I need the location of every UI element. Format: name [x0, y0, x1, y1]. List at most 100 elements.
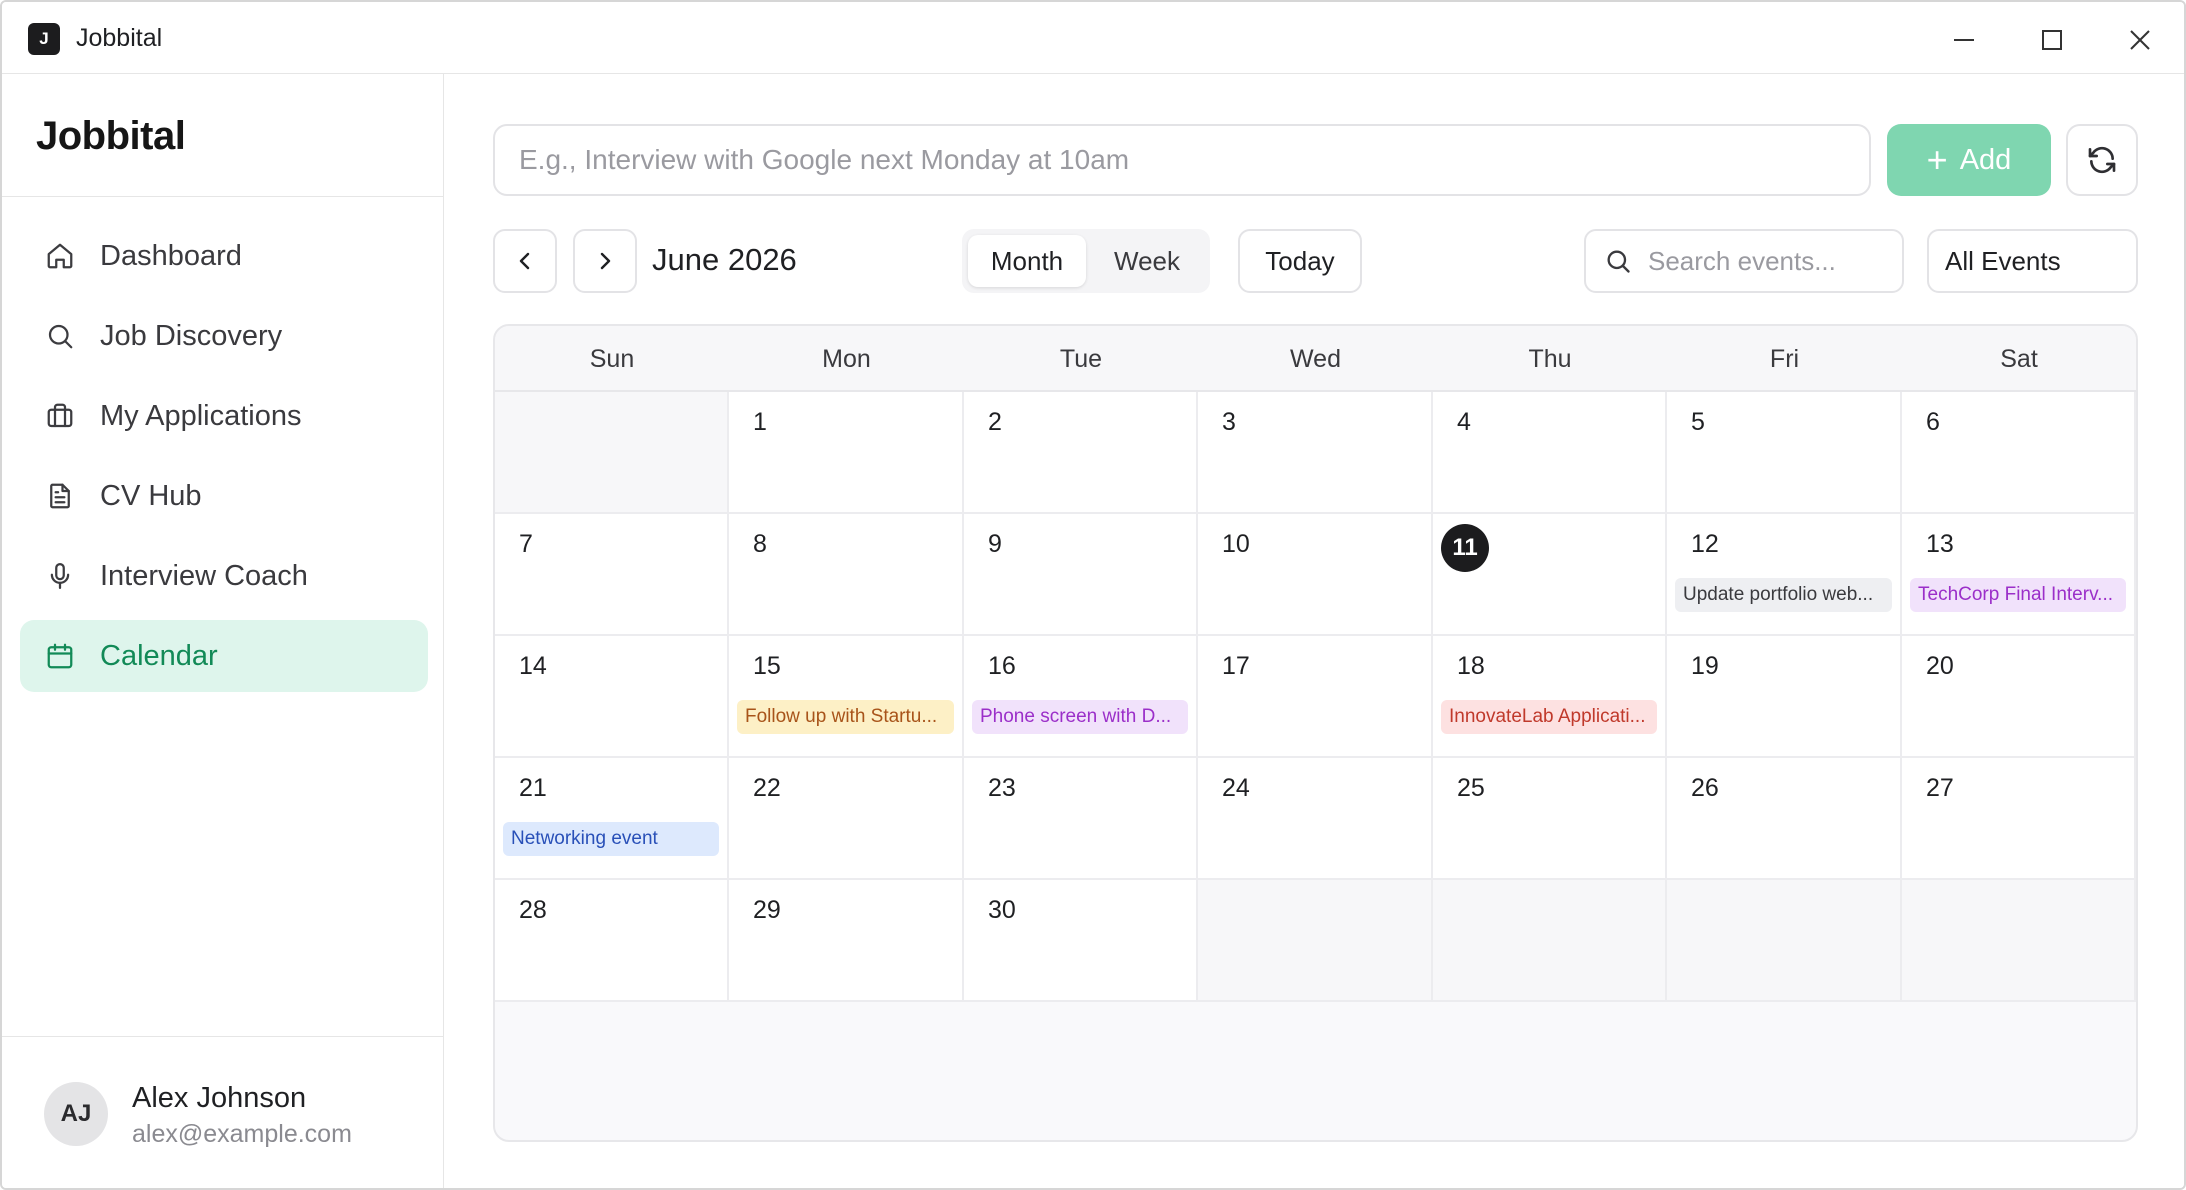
refresh-button[interactable] — [2066, 124, 2138, 196]
window-title: Jobbital — [76, 24, 163, 52]
divider — [2, 196, 443, 197]
weekday-label: Thu — [1528, 344, 1572, 373]
minimize-button[interactable] — [1944, 20, 1984, 60]
day-number: 8 — [753, 530, 767, 558]
sidebar-item-calendar[interactable]: Calendar — [20, 620, 428, 692]
day-number: 29 — [753, 896, 781, 924]
sidebar-item-label: CV Hub — [100, 479, 202, 512]
search-events-input[interactable]: Search events... — [1584, 229, 1904, 293]
calendar-day-cell[interactable]: 19 — [1667, 636, 1902, 758]
search-icon — [1607, 250, 1630, 273]
calendar-day-cell[interactable]: 27 — [1902, 758, 2136, 880]
close-button[interactable] — [2120, 20, 2160, 60]
month-view-button[interactable]: Month — [968, 235, 1086, 287]
calendar-day-cell[interactable]: 25 — [1433, 758, 1667, 880]
calendar-day-cell[interactable]: 6 — [1902, 392, 2136, 514]
calendar-event-chip[interactable]: TechCorp Final Interv... — [1910, 578, 2126, 612]
calendar-day-cell[interactable]: 30 — [964, 880, 1198, 1002]
calendar-day-cell[interactable]: 17 — [1198, 636, 1433, 758]
calendar-day-cell[interactable]: 11 — [1433, 514, 1667, 636]
calendar-day-cell[interactable]: 4 — [1433, 392, 1667, 514]
calendar-day-cell[interactable]: 13 TechCorp Final Interv... — [1902, 514, 2136, 636]
sidebar-item-label: My Applications — [100, 399, 302, 432]
sidebar-item-dashboard[interactable]: Dashboard — [20, 220, 428, 292]
calendar-day-cell[interactable]: 18 InnovateLab Applicati... — [1433, 636, 1667, 758]
sidebar-nav: Dashboard Job Discovery My Applications … — [20, 220, 428, 700]
refresh-icon — [2088, 146, 2116, 174]
add-button[interactable]: + Add — [1887, 124, 2051, 196]
day-number: 15 — [753, 652, 781, 680]
calendar-event-chip[interactable]: Follow up with Startu... — [737, 700, 954, 734]
day-number: 12 — [1691, 530, 1719, 558]
main-content: E.g., Interview with Google next Monday … — [444, 74, 2184, 1188]
briefcase-icon — [44, 400, 76, 432]
day-number: 3 — [1222, 408, 1236, 436]
today-day-number: 11 — [1441, 524, 1489, 572]
day-number: 24 — [1222, 774, 1250, 802]
day-number: 20 — [1926, 652, 1954, 680]
calendar-event-chip[interactable]: Update portfolio web... — [1675, 578, 1892, 612]
chevron-left-icon — [519, 252, 530, 270]
calendar-day-cell[interactable]: 24 — [1198, 758, 1433, 880]
brand-logo: Jobbital — [36, 114, 186, 158]
calendar-day-cell[interactable]: 1 — [729, 392, 964, 514]
calendar-day-cell[interactable]: 15 Follow up with Startu... — [729, 636, 964, 758]
sidebar: Jobbital Dashboard Job Discovery My Appl… — [2, 74, 444, 1188]
day-number: 22 — [753, 774, 781, 802]
calendar-day-cell[interactable]: 10 — [1198, 514, 1433, 636]
app-logo-icon: J — [28, 23, 60, 55]
calendar-day-cell[interactable]: 7 — [495, 514, 729, 636]
calendar-day-cell[interactable]: 2 — [964, 392, 1198, 514]
previous-month-button[interactable] — [493, 229, 557, 293]
today-button[interactable]: Today — [1238, 229, 1362, 293]
event-filter-select[interactable]: All Events — [1927, 229, 2138, 293]
calendar-day-cell[interactable]: 5 — [1667, 392, 1902, 514]
calendar-day-cell[interactable]: 9 — [964, 514, 1198, 636]
maximize-button[interactable] — [2032, 20, 2072, 60]
sidebar-item-label: Job Discovery — [100, 319, 283, 352]
calendar-day-cell[interactable]: 21 Networking event — [495, 758, 729, 880]
sidebar-item-my-applications[interactable]: My Applications — [20, 380, 428, 452]
weekday-label: Tue — [1059, 344, 1103, 373]
quick-add-input[interactable]: E.g., Interview with Google next Monday … — [493, 124, 1871, 196]
home-icon — [44, 240, 76, 272]
day-number: 28 — [519, 896, 547, 924]
month-title: June 2026 — [652, 242, 797, 277]
weekday-header: Sun Mon Tue Wed Thu Fri Sat — [495, 326, 2136, 392]
calendar-day-cell[interactable]: 3 — [1198, 392, 1433, 514]
sidebar-item-label: Dashboard — [100, 239, 242, 272]
day-number: 9 — [988, 530, 1002, 558]
calendar-day-cell[interactable]: 20 — [1902, 636, 2136, 758]
calendar-day-cell[interactable]: 29 — [729, 880, 964, 1002]
calendar-event-chip[interactable]: Networking event — [503, 822, 719, 856]
calendar-event-chip[interactable]: InnovateLab Applicati... — [1441, 700, 1657, 734]
weekday-label: Sun — [589, 344, 635, 373]
calendar-empty-cell — [1667, 880, 1902, 1002]
sidebar-item-interview-coach[interactable]: Interview Coach — [20, 540, 428, 612]
calendar-day-cell[interactable]: 16 Phone screen with D... — [964, 636, 1198, 758]
calendar-event-chip[interactable]: Phone screen with D... — [972, 700, 1188, 734]
avatar[interactable]: AJ — [44, 1082, 108, 1146]
calendar-day-cell[interactable]: 28 — [495, 880, 729, 1002]
user-name: Alex Johnson — [132, 1082, 307, 1114]
week-view-button[interactable]: Week — [1090, 235, 1204, 287]
next-month-button[interactable] — [573, 229, 637, 293]
sidebar-item-cv-hub[interactable]: CV Hub — [20, 460, 428, 532]
day-number: 18 — [1457, 652, 1485, 680]
calendar-day-cell[interactable]: 8 — [729, 514, 964, 636]
calendar-day-cell[interactable]: 22 — [729, 758, 964, 880]
calendar-day-cell[interactable]: 23 — [964, 758, 1198, 880]
day-number: 21 — [519, 774, 547, 802]
day-number: 25 — [1457, 774, 1485, 802]
sidebar-item-job-discovery[interactable]: Job Discovery — [20, 300, 428, 372]
day-number: 14 — [519, 652, 547, 680]
day-number: 1 — [753, 408, 767, 436]
microphone-icon — [44, 560, 76, 592]
calendar-day-cell[interactable]: 14 — [495, 636, 729, 758]
day-number: 6 — [1926, 408, 1940, 436]
calendar-day-cell[interactable]: 26 — [1667, 758, 1902, 880]
weekday-label: Wed — [1290, 344, 1341, 373]
chevron-right-icon — [600, 252, 611, 270]
calendar-day-cell[interactable]: 12 Update portfolio web... — [1667, 514, 1902, 636]
calendar-icon — [44, 640, 76, 672]
